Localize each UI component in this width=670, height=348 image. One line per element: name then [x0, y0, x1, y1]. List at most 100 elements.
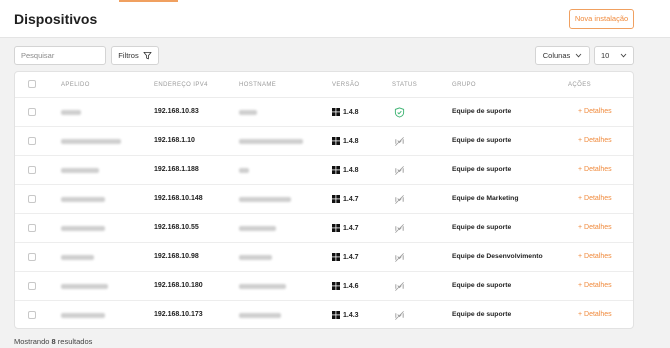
select-all-checkbox[interactable] — [28, 80, 36, 88]
version-number: 1.4.7 — [343, 224, 359, 232]
column-header-group[interactable]: GRUPO — [452, 82, 476, 88]
windows-icon — [332, 166, 340, 174]
windows-icon — [332, 224, 340, 232]
hostname-redacted — [239, 139, 303, 144]
table-row[interactable]: 192.168.10.180 1.4.6 Equipe de suporte + De… — [15, 272, 633, 301]
hostname-redacted — [239, 226, 276, 231]
details-link[interactable]: + Detalhes — [578, 282, 612, 289]
row-checkbox[interactable] — [28, 108, 36, 116]
group-name: Equipe de suporte — [452, 224, 512, 231]
table-row[interactable]: 192.168.10.83 1.4.8 Equipe de suporte + Det… — [15, 98, 633, 127]
table-row[interactable]: 192.168.10.173 1.4.3 Equipe de suporte + De… — [15, 301, 633, 330]
windows-icon — [332, 253, 340, 261]
ipv4-address: 192.168.10.180 — [154, 282, 203, 289]
version-number: 1.4.7 — [343, 253, 359, 261]
row-checkbox[interactable] — [28, 224, 36, 232]
windows-icon — [332, 311, 340, 319]
chevron-down-icon — [575, 53, 582, 58]
version-number: 1.4.8 — [343, 137, 359, 145]
page-size-value: 10 — [601, 51, 610, 60]
column-header-actions: AÇÕES — [568, 82, 592, 88]
ipv4-address: 192.168.10.98 — [154, 253, 199, 260]
devices-table: APELIDO ENDEREÇO IPV4 HOSTNAME VERSÃO ST… — [14, 71, 634, 329]
nickname-redacted — [61, 226, 105, 231]
page-title: Dispositivos — [14, 11, 98, 27]
nickname-redacted — [61, 110, 81, 115]
details-link[interactable]: + Detalhes — [578, 166, 612, 173]
disconnected-icon — [395, 282, 404, 291]
hostname-redacted — [239, 168, 249, 173]
windows-icon — [332, 137, 340, 145]
hostname-redacted — [239, 110, 257, 115]
group-name: Equipe de suporte — [452, 137, 512, 144]
search-input[interactable] — [14, 46, 106, 65]
row-checkbox[interactable] — [28, 282, 36, 290]
nickname-redacted — [61, 197, 105, 202]
active-tab-indicator — [119, 0, 178, 2]
group-name: Equipe de Desenvolvimento — [452, 253, 543, 260]
page-header: Dispositivos Nova instalação — [0, 0, 670, 38]
columns-label: Colunas — [542, 51, 571, 60]
details-link[interactable]: + Detalhes — [578, 195, 612, 202]
page-size-select[interactable]: 10 — [594, 46, 634, 65]
filter-button[interactable]: Filtros — [111, 46, 159, 65]
nickname-redacted — [61, 284, 108, 289]
table-header: APELIDO ENDEREÇO IPV4 HOSTNAME VERSÃO ST… — [15, 72, 633, 98]
new-install-button[interactable]: Nova instalação — [569, 9, 634, 29]
hostname-redacted — [239, 255, 272, 260]
ipv4-address: 192.168.1.10 — [154, 137, 195, 144]
nickname-redacted — [61, 139, 121, 144]
results-count: Mostrando 8 resultados — [14, 337, 92, 346]
windows-icon — [332, 108, 340, 116]
version-cell: 1.4.7 — [332, 224, 359, 232]
row-checkbox[interactable] — [28, 166, 36, 174]
table-row[interactable]: 192.168.1.188 1.4.8 Equipe de suporte + Det… — [15, 156, 633, 185]
disconnected-icon — [395, 311, 404, 320]
table-row[interactable]: 192.168.10.148 1.4.7 Equipe de Marketing + … — [15, 185, 633, 214]
row-checkbox[interactable] — [28, 253, 36, 261]
column-header-ipv4[interactable]: ENDEREÇO IPV4 — [154, 82, 208, 88]
row-checkbox[interactable] — [28, 311, 36, 319]
group-name: Equipe de suporte — [452, 282, 512, 289]
version-cell: 1.4.8 — [332, 108, 359, 116]
hostname-redacted — [239, 284, 286, 289]
disconnected-icon — [395, 195, 404, 204]
details-link[interactable]: + Detalhes — [578, 108, 612, 115]
nickname-redacted — [61, 168, 99, 173]
ipv4-address: 192.168.10.173 — [154, 311, 203, 318]
details-link[interactable]: + Detalhes — [578, 253, 612, 260]
version-number: 1.4.8 — [343, 166, 359, 174]
hostname-redacted — [239, 313, 281, 318]
table-row[interactable]: 192.168.10.55 1.4.7 Equipe de suporte + Det… — [15, 214, 633, 243]
version-cell: 1.4.6 — [332, 282, 359, 290]
chevron-down-icon — [620, 53, 627, 58]
table-row[interactable]: 192.168.1.10 1.4.8 Equipe de suporte + Deta… — [15, 127, 633, 156]
details-link[interactable]: + Detalhes — [578, 137, 612, 144]
version-number: 1.4.6 — [343, 282, 359, 290]
row-checkbox[interactable] — [28, 137, 36, 145]
windows-icon — [332, 282, 340, 290]
group-name: Equipe de suporte — [452, 166, 512, 173]
ipv4-address: 192.168.10.55 — [154, 224, 199, 231]
row-checkbox[interactable] — [28, 195, 36, 203]
column-header-nickname[interactable]: APELIDO — [61, 82, 90, 88]
ipv4-address: 192.168.1.188 — [154, 166, 199, 173]
details-link[interactable]: + Detalhes — [578, 224, 612, 231]
column-header-version[interactable]: VERSÃO — [332, 82, 359, 88]
version-cell: 1.4.3 — [332, 311, 359, 319]
version-cell: 1.4.8 — [332, 137, 359, 145]
details-link[interactable]: + Detalhes — [578, 311, 612, 318]
filter-icon — [143, 51, 152, 60]
columns-button[interactable]: Colunas — [535, 46, 590, 65]
table-row[interactable]: 192.168.10.98 1.4.7 Equipe de Desenvolvime… — [15, 243, 633, 272]
shield-check-icon — [394, 107, 405, 118]
column-header-status[interactable]: STATUS — [392, 82, 417, 88]
nickname-redacted — [61, 255, 94, 260]
version-number: 1.4.3 — [343, 311, 359, 319]
group-name: Equipe de suporte — [452, 108, 512, 115]
ipv4-address: 192.168.10.83 — [154, 108, 199, 115]
results-prefix: Mostrando — [14, 337, 50, 346]
disconnected-icon — [395, 224, 404, 233]
column-header-hostname[interactable]: HOSTNAME — [239, 82, 276, 88]
group-name: Equipe de Marketing — [452, 195, 519, 202]
